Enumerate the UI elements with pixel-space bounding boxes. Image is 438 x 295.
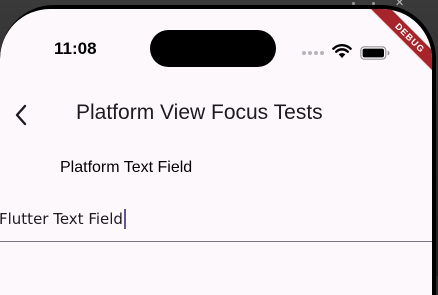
chevron-left-icon (15, 104, 27, 126)
back-button[interactable] (4, 95, 38, 135)
page-title: Platform View Focus Tests (76, 101, 323, 124)
device-frame: 11:08 DEBUG Platform View Focus Tests Pl… (0, 5, 436, 295)
flutter-text-field-input[interactable]: Flutter Text Field (0, 209, 126, 229)
flutter-text-field[interactable]: Flutter Text Field (0, 203, 432, 242)
wifi-icon (332, 44, 352, 58)
platform-text-field[interactable]: Platform Text Field (60, 157, 300, 181)
text-cursor (123, 209, 126, 229)
cellular-signal-icon (302, 51, 326, 55)
status-time: 11:08 (54, 39, 97, 58)
battery-icon (360, 46, 390, 60)
dynamic-island (150, 30, 276, 67)
app-screen: 11:08 DEBUG Platform View Focus Tests Pl… (0, 9, 432, 295)
flutter-text-field-value: Flutter Text Field (0, 210, 123, 228)
